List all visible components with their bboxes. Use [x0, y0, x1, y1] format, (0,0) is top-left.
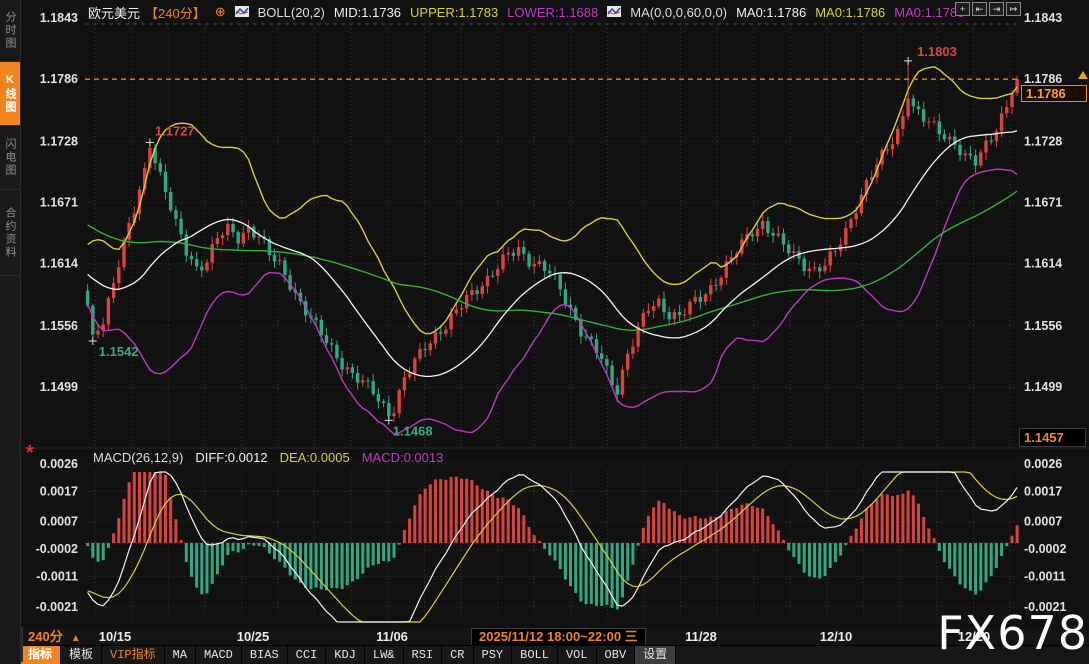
- price-up-arrow-icon: [1078, 71, 1088, 79]
- toolbar-item-kdj[interactable]: KDJ: [326, 646, 365, 664]
- overlay-lines-layer: [85, 67, 1020, 622]
- macd-hist-value: MACD:0.0013: [362, 450, 444, 465]
- indicator-toolbar: 指标模板VIP指标MAMACDBIASCCIKDJLW&RSICRPSYBOLL…: [20, 645, 1089, 664]
- current-price-box: 1.1786: [1021, 85, 1087, 102]
- sidebar-tab-time-share-chart[interactable]: 分时图: [0, 0, 20, 62]
- period-label: 【240分】: [145, 3, 206, 22]
- indicator-marker-icon[interactable]: *: [26, 444, 34, 462]
- axis-tick-label: 1.1843: [1024, 11, 1062, 25]
- macd-dea-value: DEA:0.0005: [280, 450, 350, 465]
- crosshair-tool-button[interactable]: +: [955, 2, 970, 16]
- boll-upper-line: [88, 67, 1018, 334]
- axis-tick-label: 0.0017: [1024, 484, 1062, 498]
- axis-tick-label: 0.0007: [1024, 515, 1062, 529]
- ma-label: MA(0,0,0,60,0,0): [630, 5, 727, 20]
- boll-mid-value: MID:1.1736: [334, 5, 401, 20]
- zoom-out-button[interactable]: ⇤: [972, 2, 987, 16]
- boll-upper-value: UPPER:1.1783: [410, 5, 498, 20]
- crosshair-date-box: 2025/11/12 18:00~22:00 三: [471, 628, 646, 646]
- timeframe-up-triangle-icon: ▲: [71, 633, 81, 644]
- toolbar-item-macd[interactable]: MACD: [196, 646, 242, 664]
- axis-tick-label: 0.0017: [40, 484, 78, 498]
- macd-histogram-layer: [88, 472, 1018, 610]
- macd-header: MACD(26,12,9) DIFF:0.0012 DEA:0.0005 MAC…: [93, 450, 443, 465]
- axis-tick-label: 1.1786: [40, 72, 78, 86]
- axis-tick-label: 1.1614: [40, 257, 78, 271]
- x-axis-date: 11/06: [376, 628, 408, 646]
- kline-app-window: 分时图 K线图 闪电图 合约资料 欧元美元 【240分】 ⊕ BOLL(20,2…: [0, 0, 1089, 664]
- axis-tick-label: 1.1556: [40, 319, 78, 333]
- chart-header: 欧元美元 【240分】 ⊕ BOLL(20,2) MID:1.1736 UPPE…: [88, 3, 964, 21]
- session-low-price-box: 1.1457: [1019, 428, 1086, 447]
- x-axis-date: 10/25: [237, 628, 270, 646]
- toolbar-item-boll[interactable]: BOLL: [512, 646, 558, 664]
- axis-tick-label: -0.0002: [1024, 542, 1066, 556]
- toolbar-item-psy[interactable]: PSY: [474, 646, 513, 664]
- axis-tick-label: -0.0011: [36, 570, 78, 584]
- extreme-price-annotation: 1.1727: [155, 124, 195, 139]
- macd-label: MACD(26,12,9): [93, 450, 183, 465]
- ma0-magenta-value: MA0:1.1786: [894, 5, 964, 20]
- boll-lower-line: [88, 169, 1018, 434]
- x-axis-row: 240分▲ 2025/11/12 18:00~22:00 三 10/1510/2…: [20, 628, 1089, 646]
- extreme-price-annotation: 1.1468: [393, 423, 433, 438]
- axis-tick-label: 1.1728: [40, 134, 78, 148]
- ma-indicator-icon: [607, 5, 621, 20]
- zoom-in-button[interactable]: ⇥: [989, 2, 1004, 16]
- axis-tick-label: 1.1499: [1024, 380, 1062, 394]
- watermark-logo: FX678: [937, 610, 1088, 656]
- axis-tick-label: 0.0026: [1024, 457, 1062, 471]
- axis-tick-label: 1.1728: [1024, 134, 1062, 148]
- toolbar-item-obv[interactable]: OBV: [597, 646, 636, 664]
- chart-type-sidebar: 分时图 K线图 闪电图 合约资料: [0, 0, 21, 664]
- x-axis-date: 12/10: [820, 628, 853, 646]
- toolbar-item-cci[interactable]: CCI: [288, 646, 327, 664]
- toolbar-item-indicators[interactable]: 指标: [20, 646, 61, 664]
- toolbar-item-cr[interactable]: CR: [442, 646, 473, 664]
- extreme-price-annotation: 1.1542: [99, 344, 139, 359]
- axis-tick-label: 1.1556: [1024, 319, 1062, 333]
- axis-tick-label: 0.0007: [40, 515, 78, 529]
- axis-tick-label: -0.0021: [36, 600, 78, 614]
- axis-tick-label: 1.1671: [1024, 196, 1062, 210]
- axis-tick-label: 1.1671: [40, 196, 78, 210]
- pan-right-button[interactable]: ↦: [1006, 2, 1021, 16]
- toolbar-item-vol[interactable]: VOL: [558, 646, 597, 664]
- ma0-yellow-value: MA0:1.1786: [815, 5, 885, 20]
- ma60-line: [88, 191, 1018, 330]
- axis-tick-label: 1.1499: [40, 380, 78, 394]
- toolbar-item-ma[interactable]: MA: [165, 646, 196, 664]
- add-compare-icon[interactable]: ⊕: [215, 4, 226, 20]
- toolbar-item-vip-indicators[interactable]: VIP指标: [102, 646, 165, 664]
- toolbar-item-rsi[interactable]: RSI: [404, 646, 443, 664]
- axis-tick-label: 1.1843: [40, 11, 78, 25]
- candlestick-layer: [86, 61, 1019, 422]
- toolbar-item-settings[interactable]: 设置: [635, 646, 676, 664]
- axis-tick-label: 1.1614: [1024, 257, 1062, 271]
- boll-lower-value: LOWER:1.1688: [507, 5, 598, 20]
- sidebar-tab-flash-chart[interactable]: 闪电图: [0, 126, 20, 190]
- chart-canvas[interactable]: 1.1727 1.1542 1.1468 1.1803 1.1843 1.1843 1.17…: [0, 0, 1089, 628]
- toolbar-item-lwr[interactable]: LW&: [365, 646, 404, 664]
- chart-tool-buttons: + ⇤ ⇥ ↦: [955, 2, 1021, 16]
- axis-tick-label: -0.0011: [1024, 570, 1066, 584]
- extreme-price-annotation: 1.1803: [917, 44, 957, 59]
- sidebar-tab-candlestick-chart[interactable]: K线图: [0, 62, 20, 126]
- boll-label: BOLL(20,2): [258, 5, 325, 20]
- symbol-name: 欧元美元: [88, 3, 140, 22]
- sidebar-tab-contract-info[interactable]: 合约资料: [0, 190, 20, 276]
- x-axis-date: 11/28: [685, 628, 717, 646]
- kline-macd-plot: 1.1727 1.1542 1.1468 1.1803 1.1843 1.1843 1.17…: [0, 0, 1089, 628]
- macd-diff-value: DIFF:0.0012: [195, 450, 267, 465]
- x-axis-date: 10/15: [99, 628, 132, 646]
- toolbar-item-templates[interactable]: 模板: [61, 646, 102, 664]
- axis-tick-label: -0.0002: [36, 542, 78, 556]
- ma0-white-value: MA0:1.1786: [736, 5, 806, 20]
- boll-indicator-icon: [235, 5, 249, 20]
- axis-tick-label: 0.0026: [40, 457, 78, 471]
- toolbar-item-bias[interactable]: BIAS: [242, 646, 288, 664]
